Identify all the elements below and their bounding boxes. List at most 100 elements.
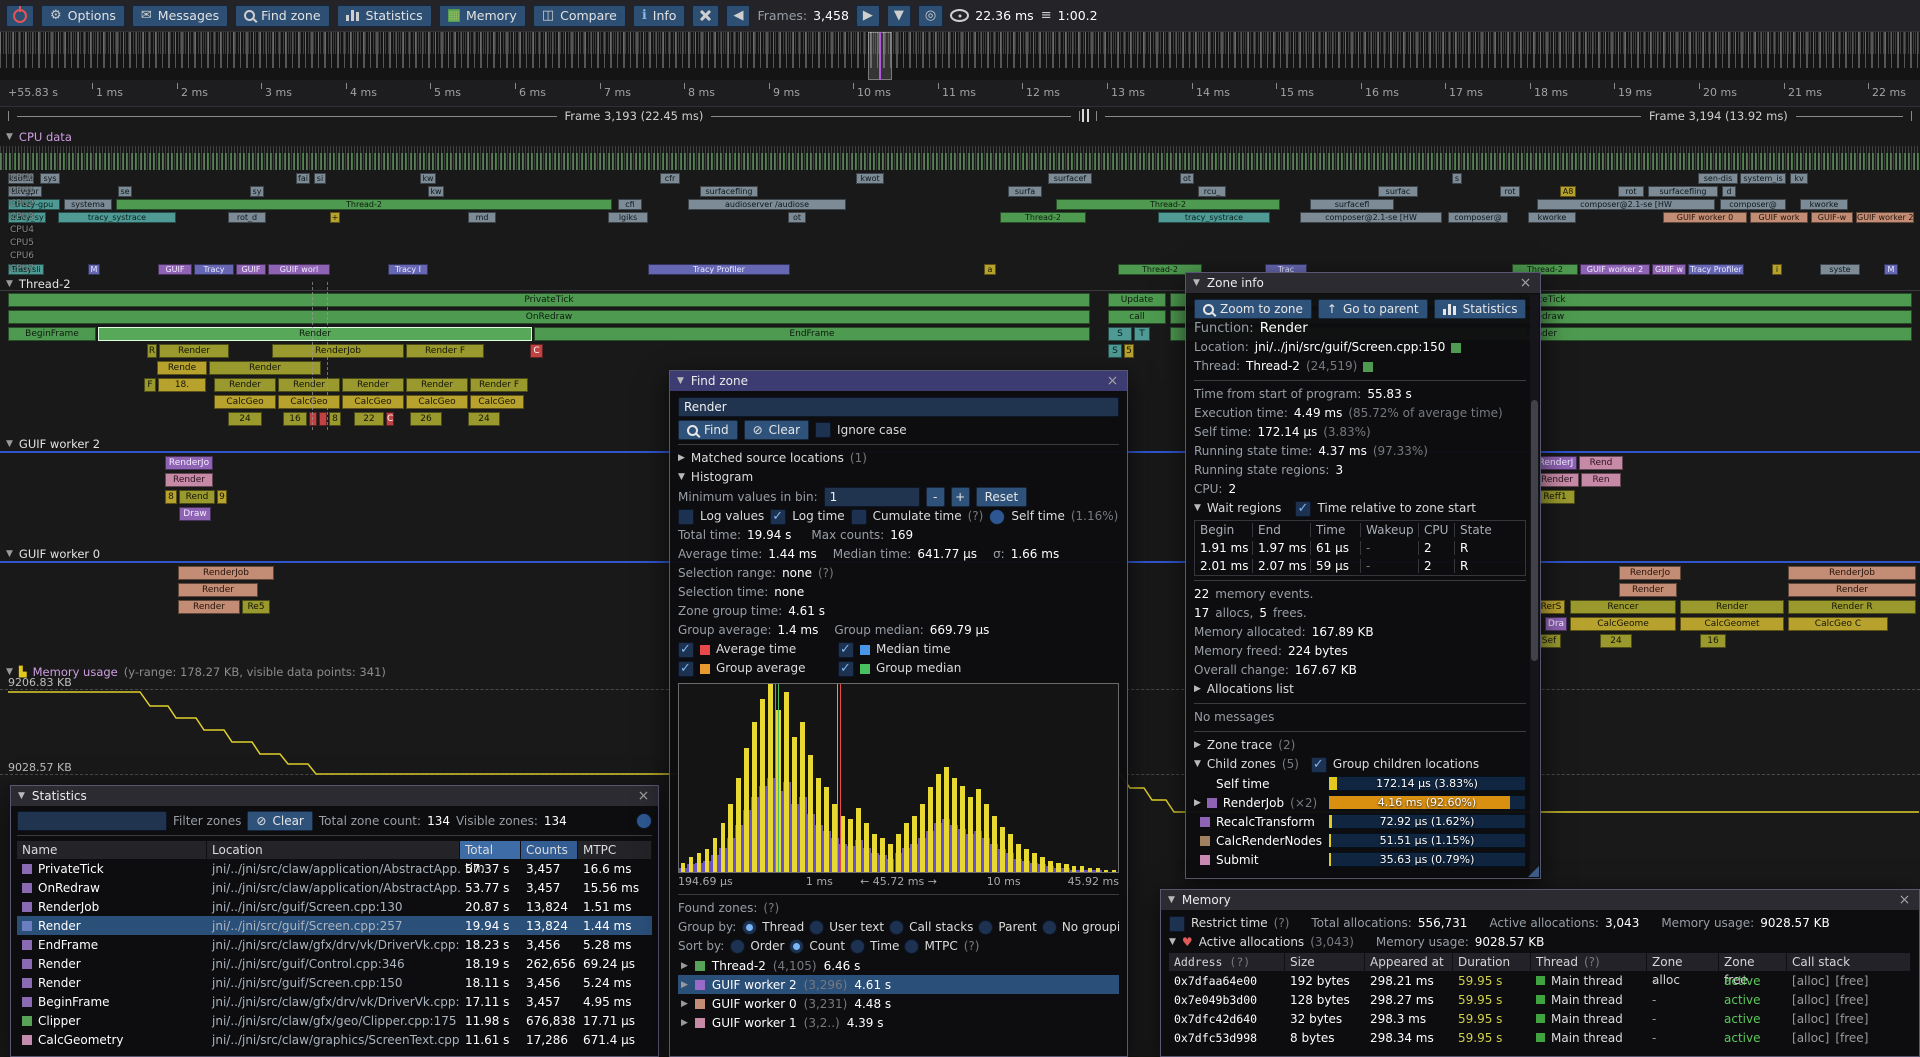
cpu-zone[interactable]: rot <box>1500 186 1520 197</box>
zone-statistics-button[interactable]: Statistics <box>1434 299 1527 319</box>
timeline-zone[interactable]: 8 <box>165 490 177 504</box>
cpu-zone[interactable]: a <box>984 264 996 275</box>
statistics-table-row[interactable]: Render jni/../jni/src/guif/Control.cpp:3… <box>17 954 652 973</box>
ignore-case-checkbox[interactable] <box>815 422 831 438</box>
frames-overview-strip[interactable] <box>0 32 1920 80</box>
zone-info-titlebar[interactable]: ▼ Zone info × <box>1186 273 1540 293</box>
cpu-zone[interactable]: syste <box>1820 264 1860 275</box>
timeline-zone[interactable]: CalcGeo <box>278 395 340 409</box>
resize-grip[interactable] <box>1528 866 1539 877</box>
cpu-zone[interactable]: kwot <box>856 173 884 184</box>
timeline-zone[interactable]: Reff1 <box>1535 490 1575 504</box>
cpu-zone[interactable]: fai <box>296 173 310 184</box>
thread2-section-header[interactable]: ▼ Thread-2 <box>6 277 71 291</box>
next-frame-button[interactable]: ▶ <box>856 5 880 27</box>
timeline-zone[interactable] <box>319 412 327 426</box>
zoom-to-zone-button[interactable]: Zoom to zone <box>1194 299 1312 319</box>
cpu-zone[interactable]: surfacef <box>1048 173 1092 184</box>
cpu-zone[interactable]: tracy_systrace <box>58 212 176 223</box>
find-zone-button[interactable]: Find zone <box>235 5 329 27</box>
timeline-zone[interactable]: Render <box>159 344 229 358</box>
group-by-option[interactable]: No grouping <box>1042 918 1119 937</box>
timeline-zone[interactable]: RenderJ <box>1535 456 1577 470</box>
guif-worker0-section-header[interactable]: ▼ GUIF worker 0 <box>6 547 100 561</box>
found-zone-group-row[interactable]: ▶ GUIF worker 2 (3,296) 4.61 s <box>678 975 1119 994</box>
time-ruler[interactable]: +55.83 s 1 ms2 ms3 ms4 ms5 ms6 ms7 ms8 m… <box>0 80 1920 107</box>
help-marker[interactable]: (?) <box>763 899 779 918</box>
log-time-checkbox[interactable] <box>770 509 786 525</box>
free-callstack-button[interactable]: [free] <box>1835 1012 1868 1026</box>
cpu-zone[interactable]: composer@2.1-se [HW <box>1537 199 1715 210</box>
alloc-callstack-button[interactable]: [alloc] <box>1792 1012 1829 1026</box>
wait-col-time[interactable]: Time <box>1311 523 1361 537</box>
close-icon[interactable]: × <box>1105 374 1120 388</box>
focus-button[interactable]: ◎ <box>918 5 943 27</box>
timeline-zone[interactable]: Render <box>1680 600 1784 614</box>
cpu-zone[interactable]: md <box>468 212 496 223</box>
cpu-zone[interactable]: systema <box>64 199 112 210</box>
timeline-zone[interactable]: RenderJo <box>165 456 213 470</box>
timeline-zone[interactable]: Render R <box>1788 600 1916 614</box>
cpu-zone[interactable]: lgiks <box>608 212 648 223</box>
timeline-zone[interactable]: CalcGeome <box>1570 617 1676 631</box>
cpu-zone[interactable]: cfi <box>618 199 642 210</box>
window-collapse-icon[interactable]: ▼ <box>18 791 25 801</box>
restrict-time-checkbox[interactable] <box>1169 916 1185 932</box>
sort-by-option[interactable]: Order <box>730 937 784 956</box>
cpu-zone[interactable]: i <box>1772 264 1782 275</box>
window-collapse-icon[interactable]: ▼ <box>1193 278 1200 288</box>
cpu-zone[interactable]: GUIF worker 2 <box>1856 212 1914 223</box>
wait-region-row[interactable]: 1.91 ms1.97 ms 61 µs- 2R <box>1195 539 1525 557</box>
timeline-zone[interactable]: CalcGeomet <box>1680 617 1784 631</box>
timeline-zone[interactable]: Render <box>178 600 240 614</box>
cpu-zone[interactable]: tracy_systrace <box>1158 212 1270 223</box>
clear-filter-button[interactable]: ⊘Clear <box>247 811 312 831</box>
timeline-zone[interactable]: RenderJob <box>272 344 404 358</box>
wait-col-state[interactable]: State <box>1455 523 1525 537</box>
compare-button[interactable]: ◫Compare <box>533 5 626 27</box>
cpu-zone[interactable]: kv <box>1790 173 1808 184</box>
timeline-zone[interactable]: RenderJo <box>1619 566 1681 580</box>
cpu-zone[interactable]: Tracy Profiler <box>1688 264 1744 275</box>
expand-triangle-icon[interactable]: ▶ <box>681 961 688 971</box>
wait-col-wakeup[interactable]: Wakeup <box>1361 523 1419 537</box>
allocations-list-row[interactable]: ▶Allocations list <box>1194 680 1526 699</box>
expand-triangle-icon[interactable]: ▶ <box>678 449 685 468</box>
expand-triangle-icon[interactable]: ▶ <box>681 999 688 1009</box>
statistics-button[interactable]: Statistics <box>337 5 432 27</box>
messages-button[interactable]: ✉Messages <box>132 5 228 27</box>
frame-3193-marker[interactable]: Frame 3,193 (22.45 ms) <box>8 106 1080 126</box>
cpu-zone[interactable]: rcu_ <box>1198 186 1226 197</box>
timeline-zone[interactable]: 16 <box>1700 634 1726 648</box>
timeline-zone[interactable]: Render <box>278 378 340 392</box>
timeline-zone[interactable]: R <box>147 344 157 358</box>
timeline-zone[interactable]: Render F <box>470 378 528 392</box>
group-children-checkbox[interactable] <box>1311 757 1327 773</box>
cpu-zone[interactable]: Thread-2 <box>1056 199 1280 210</box>
cpu-zone[interactable]: sen-dis <box>1698 173 1738 184</box>
column-header-location[interactable]: Location <box>207 841 460 859</box>
self-time-checkbox[interactable] <box>989 509 1005 525</box>
column-header-zone-alloc[interactable]: Zone alloc <box>1647 953 1719 971</box>
radio-icon[interactable] <box>809 920 824 935</box>
statistics-table-row[interactable]: OnRedraw jni/../jni/src/claw/application… <box>17 878 652 897</box>
help-marker[interactable]: (?) <box>964 937 980 956</box>
cpu-zone[interactable]: rot <box>1618 186 1644 197</box>
expand-triangle-icon[interactable]: ▶ <box>681 980 688 990</box>
cpu-zone[interactable]: GUIF <box>236 264 266 275</box>
wait-col-begin[interactable]: Begin <box>1195 523 1253 537</box>
timeline-zone[interactable]: CalcGeo <box>342 395 404 409</box>
child-zone-row[interactable]: ▶ RenderJob(×2) 4.16 ms (92.60%) <box>1194 793 1526 812</box>
timeline-zone[interactable]: C <box>386 412 394 426</box>
timeline-zone[interactable] <box>309 412 317 426</box>
timeline-zone[interactable]: RerS <box>1537 600 1565 614</box>
timeline-zone[interactable]: Dra <box>1545 617 1567 631</box>
statistics-table-row[interactable]: BeginFrame jni/../jni/src/claw/gfx/drv/v… <box>17 992 652 1011</box>
timeline-zone[interactable]: S <box>1108 344 1122 358</box>
child-zones-label[interactable]: Child zones <box>1207 755 1276 774</box>
found-zone-group-row[interactable]: ▶ GUIF worker 0 (3,231) 4.48 s <box>678 994 1119 1013</box>
timeline-zone[interactable]: C <box>530 344 543 358</box>
memory-titlebar[interactable]: ▼ Memory × <box>1161 890 1919 910</box>
timeline-zone[interactable]: Render <box>406 378 468 392</box>
collapse-triangle-icon[interactable]: ▼ <box>1194 755 1201 774</box>
